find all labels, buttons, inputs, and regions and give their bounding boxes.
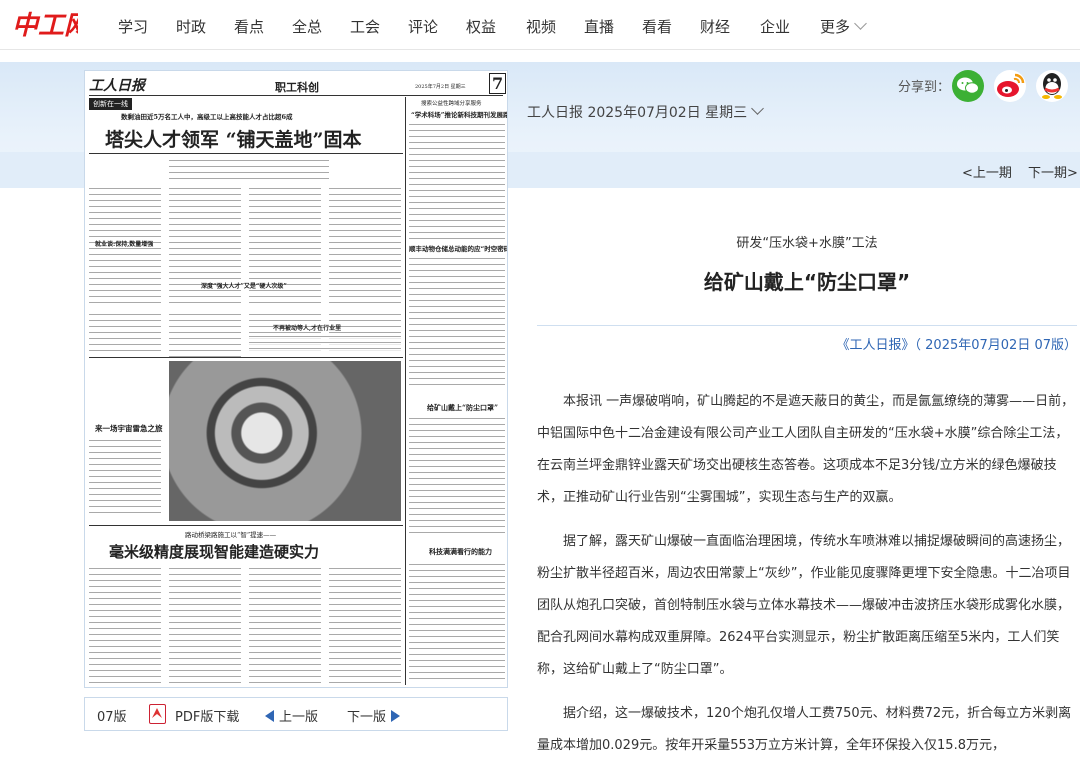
next-page-link[interactable]: 下一版 bbox=[347, 706, 401, 725]
article-title: 给矿山戴上“防尘口罩” bbox=[703, 270, 911, 294]
article-paragraph: 本报讯 一声爆破哨响，矿山腾起的不是遮天蔽日的黄尘，而是氤氲缭绕的薄雾——日前，… bbox=[537, 394, 1075, 505]
np-subtitle-3: 不再被动等人,才在行业里 bbox=[273, 325, 342, 332]
nav-item[interactable]: 看点 bbox=[234, 16, 264, 37]
page-toolbar: 07版 PDF版下载 上一版 下一版 bbox=[84, 697, 508, 731]
np-right-title-4: 科技满满看行的能力 bbox=[429, 547, 492, 556]
np-photo bbox=[169, 361, 401, 521]
np-date: 2025年7月2日 星期三 bbox=[415, 84, 466, 90]
np-photo-caption: 来一场宇宙雷急之旅 bbox=[95, 424, 163, 433]
issue-date-selector[interactable]: 工人日报 2025年07月02日 星期三 bbox=[527, 102, 765, 122]
nav-item[interactable]: 直播 bbox=[584, 16, 614, 37]
qq-icon[interactable] bbox=[1036, 70, 1068, 102]
np-right-title-1: “学术科场”推论新科技期刊发展路线 bbox=[411, 111, 508, 119]
article-paragraph: 据介绍，这一爆破技术，120个炮孔仅增人工费750元、材料费72元，折合每立方米… bbox=[537, 706, 1072, 753]
nav-item[interactable]: 权益 bbox=[466, 16, 496, 37]
share-label: 分享到： bbox=[898, 80, 951, 95]
chevron-down-icon bbox=[854, 17, 867, 30]
previous-page-label: 上一版 bbox=[279, 710, 319, 725]
pdf-icon bbox=[149, 704, 166, 724]
np-page-number: 7 bbox=[489, 73, 507, 94]
chevron-down-icon bbox=[751, 102, 765, 115]
nav-item[interactable]: 工会 bbox=[350, 16, 380, 37]
np-section: 职工科创 bbox=[275, 81, 319, 94]
np-right-title-3: 给矿山戴上“防尘口罩” bbox=[427, 403, 499, 412]
newspaper-page-image[interactable]: 工人日报 职工科创 2025年7月2日 星期三 7 创新在一线 数剩油田近5万名… bbox=[84, 70, 508, 688]
np-right-title-2: 顺丰动物仓储总动能的应“时空密码” bbox=[409, 245, 508, 253]
svg-text:中工网: 中工网 bbox=[12, 11, 78, 40]
np-subtitle-1: 就业谈:保持,数量增强 bbox=[95, 241, 154, 248]
nav-more-label: 更多 bbox=[820, 18, 851, 36]
nav-item[interactable]: 全总 bbox=[292, 16, 322, 37]
np-lead-subtitle: 数剩油田近5万名工人中，高级工以上高技能人才占比超6成 bbox=[121, 113, 293, 121]
nav-item[interactable]: 评论 bbox=[408, 16, 438, 37]
nav-item[interactable]: 企业 bbox=[760, 16, 790, 37]
article-source: 《工人日报》（ 2025年07月02日 07版） bbox=[836, 338, 1077, 353]
np-lead-title: 塔尖人才领军 “铺天盖地”固本 bbox=[105, 129, 362, 151]
edition-label: 07版 bbox=[97, 710, 127, 725]
np-masthead: 工人日报 bbox=[89, 78, 145, 94]
weibo-icon[interactable] bbox=[994, 70, 1026, 102]
arrow-left-icon bbox=[265, 710, 274, 722]
previous-issue-link[interactable]: <上一期 bbox=[962, 162, 1012, 181]
nav-more[interactable]: 更多 bbox=[820, 16, 867, 37]
divider bbox=[537, 325, 1077, 326]
np-subtitle-2: 深度“强大人才”又是“硬人次级” bbox=[201, 283, 287, 290]
next-issue-link[interactable]: 下一期> bbox=[1028, 162, 1078, 181]
next-page-label: 下一版 bbox=[347, 710, 387, 725]
nav-item[interactable]: 学习 bbox=[118, 16, 148, 37]
nav-item[interactable]: 看看 bbox=[642, 16, 672, 37]
article-kicker: 研发“压水袋+水膜”工法 bbox=[736, 236, 878, 251]
nav-item[interactable]: 财经 bbox=[700, 16, 730, 37]
arrow-right-icon bbox=[391, 710, 401, 722]
site-logo[interactable]: 中工网 bbox=[12, 8, 94, 41]
np-column-tag: 创新在一线 bbox=[89, 98, 132, 110]
np-bottom-title: 毫米级精度展现智能建造硬实力 bbox=[109, 543, 320, 561]
article-paragraph: 据了解，露天矿山爆破一直面临治理困境，传统水车喷淋难以捕捉爆破瞬间的高速扬尘，粉… bbox=[537, 534, 1071, 677]
nav-item[interactable]: 视频 bbox=[526, 16, 556, 37]
wechat-icon[interactable] bbox=[952, 70, 984, 102]
pdf-download-link[interactable]: PDF版下载 bbox=[175, 706, 239, 725]
previous-page-link[interactable]: 上一版 bbox=[265, 706, 318, 725]
np-right-kicker: 搜索公益性跨域分享服务 bbox=[421, 101, 482, 107]
issue-date-label: 工人日报 2025年07月02日 星期三 bbox=[527, 105, 748, 121]
nav-item[interactable]: 时政 bbox=[176, 16, 206, 37]
top-navigation: 中工网 学习 时政 看点 全总 工会 评论 权益 视频 直播 看看 财经 企业 更多 bbox=[0, 0, 1080, 50]
np-bottom-kicker: 路动桥梁路施工以“智”提速—— bbox=[185, 531, 277, 539]
